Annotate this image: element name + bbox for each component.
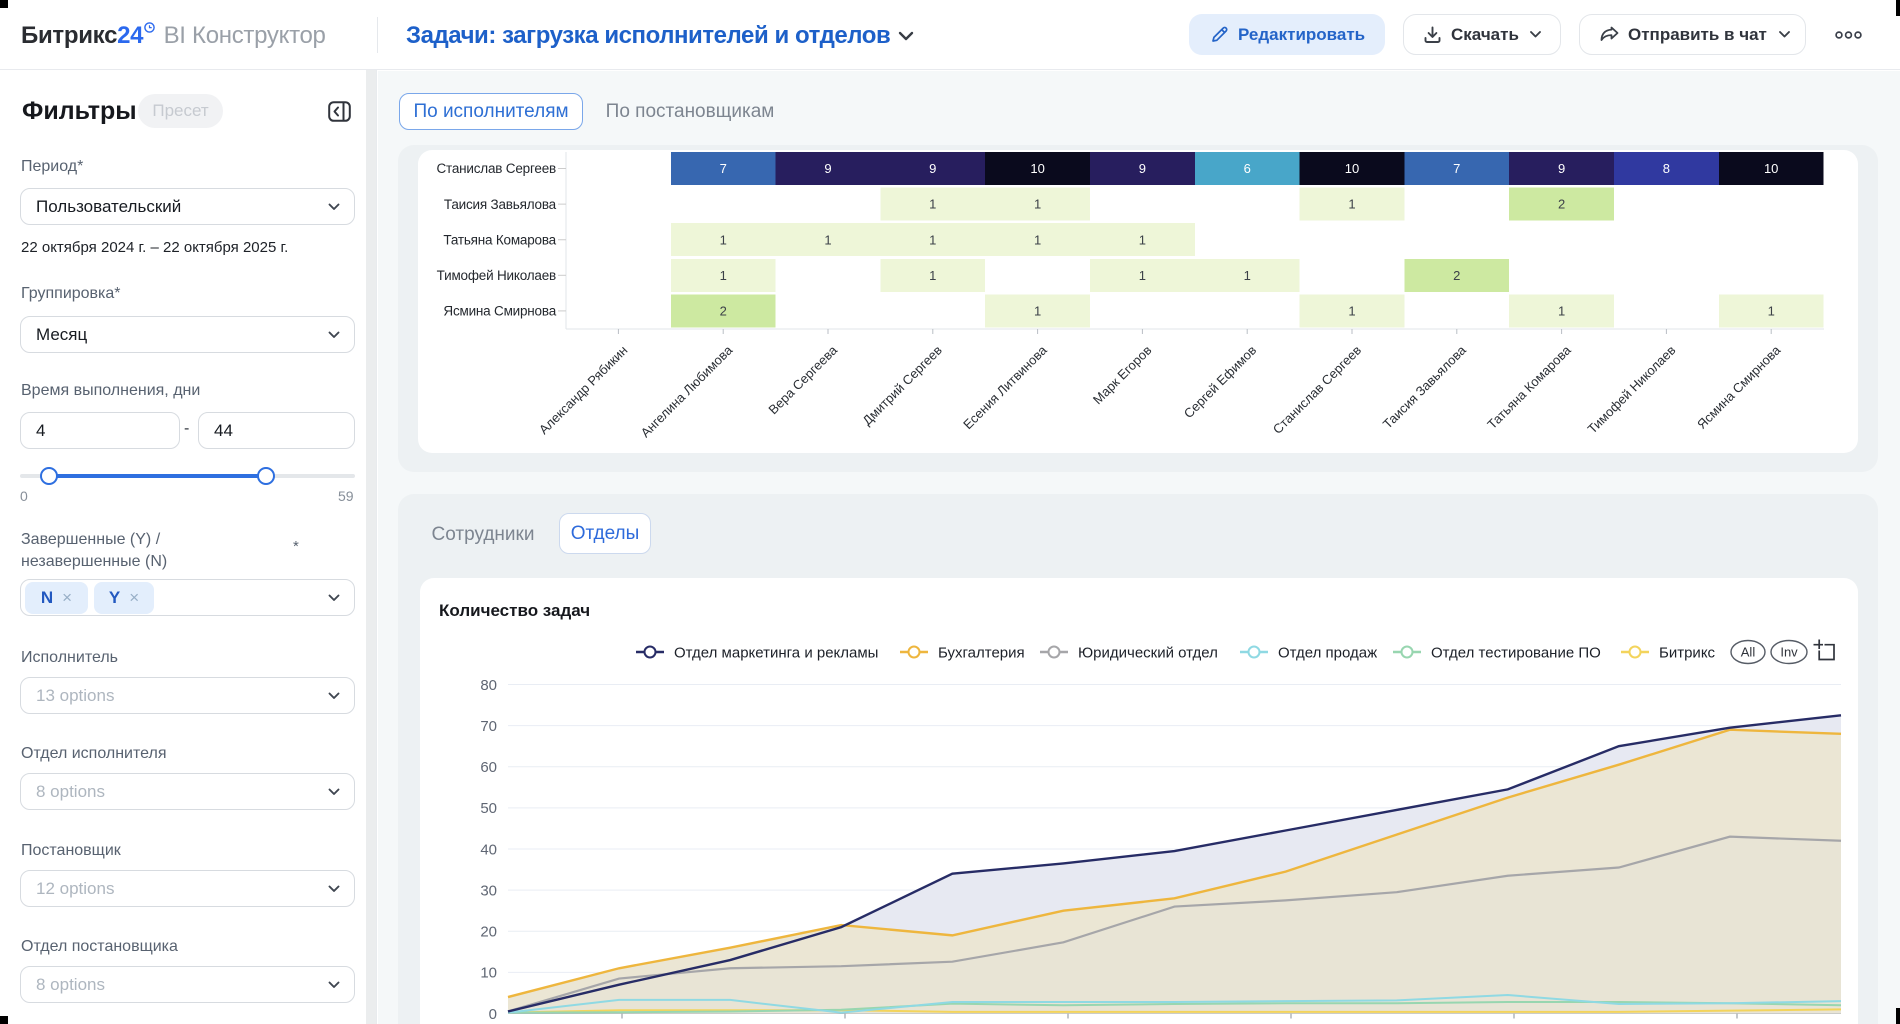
svg-text:7: 7: [1453, 161, 1460, 176]
svg-text:9: 9: [1139, 161, 1146, 176]
svg-text:1: 1: [929, 232, 936, 247]
svg-text:30: 30: [480, 882, 497, 899]
svg-text:Есения Литвинова: Есения Литвинова: [960, 342, 1050, 432]
svg-text:All: All: [1741, 645, 1756, 660]
svg-text:80: 80: [480, 677, 497, 694]
svg-text:1: 1: [929, 268, 936, 283]
svg-text:1: 1: [1034, 303, 1041, 318]
svg-text:Вера Сергеева: Вера Сергеева: [765, 342, 840, 417]
svg-text:Битрикс: Битрикс: [1659, 644, 1716, 661]
svg-text:20: 20: [480, 924, 497, 941]
svg-text:Inv: Inv: [1780, 645, 1798, 660]
svg-text:Юридический отдел: Юридический отдел: [1078, 644, 1218, 661]
svg-text:Татьяна Комарова: Татьяна Комарова: [1484, 342, 1574, 432]
svg-text:Ясмина Смирнова: Ясмина Смирнова: [443, 304, 556, 319]
svg-text:Отдел тестирование ПО: Отдел тестирование ПО: [1431, 644, 1601, 661]
svg-text:Ясмина Смирнова: Ясмина Смирнова: [1694, 342, 1784, 432]
svg-text:0: 0: [489, 1006, 497, 1023]
svg-text:40: 40: [480, 841, 497, 858]
svg-text:10: 10: [1764, 161, 1778, 176]
svg-text:Ангелина Любимова: Ангелина Любимова: [638, 342, 736, 440]
svg-text:Дмитрий Сергеев: Дмитрий Сергеев: [859, 342, 945, 428]
svg-text:Станислав Сергеев: Станислав Сергеев: [436, 161, 556, 176]
svg-text:6: 6: [1244, 161, 1251, 176]
svg-text:Александр Рябикин: Александр Рябикин: [536, 343, 631, 438]
svg-text:Татьяна Комарова: Татьяна Комарова: [443, 232, 556, 247]
svg-text:Таисия Завьялова: Таисия Завьялова: [1380, 342, 1470, 432]
svg-text:1: 1: [1244, 268, 1251, 283]
svg-text:2: 2: [1558, 197, 1565, 212]
svg-text:1: 1: [929, 197, 936, 212]
svg-text:Сергей Ефимов: Сергей Ефимов: [1181, 342, 1260, 421]
svg-text:8: 8: [1663, 161, 1670, 176]
svg-text:1: 1: [720, 268, 727, 283]
svg-text:Отдел продаж: Отдел продаж: [1278, 644, 1377, 661]
svg-text:1: 1: [1768, 303, 1775, 318]
svg-text:1: 1: [1348, 303, 1355, 318]
svg-text:50: 50: [480, 800, 497, 817]
svg-text:60: 60: [480, 759, 497, 776]
svg-text:Марк Егоров: Марк Егоров: [1090, 342, 1155, 407]
svg-text:10: 10: [1345, 161, 1359, 176]
svg-text:10: 10: [1030, 161, 1044, 176]
svg-text:Количество задач: Количество задач: [439, 601, 590, 620]
svg-text:2: 2: [720, 303, 727, 318]
svg-text:Тимофей Николаев: Тимофей Николаев: [1584, 342, 1678, 436]
svg-text:1: 1: [1558, 303, 1565, 318]
svg-text:Станислав Сергеев: Станислав Сергеев: [1270, 342, 1364, 436]
svg-text:70: 70: [480, 718, 497, 735]
svg-text:1: 1: [1139, 268, 1146, 283]
svg-text:2: 2: [1453, 268, 1460, 283]
svg-text:10: 10: [480, 965, 497, 982]
svg-text:1: 1: [1034, 232, 1041, 247]
svg-text:1: 1: [1348, 197, 1355, 212]
svg-text:1: 1: [720, 232, 727, 247]
svg-text:9: 9: [1558, 161, 1565, 176]
svg-text:9: 9: [929, 161, 936, 176]
svg-text:Таисия Завьялова: Таисия Завьялова: [444, 197, 557, 212]
svg-text:Отдел маркетинга и рекламы: Отдел маркетинга и рекламы: [674, 644, 878, 661]
svg-text:9: 9: [824, 161, 831, 176]
svg-text:Тимофей Николаев: Тимофей Николаев: [437, 268, 556, 283]
svg-text:1: 1: [824, 232, 831, 247]
svg-text:1: 1: [1034, 197, 1041, 212]
svg-text:1: 1: [1139, 232, 1146, 247]
svg-text:Бухгалтерия: Бухгалтерия: [938, 644, 1025, 661]
svg-text:7: 7: [720, 161, 727, 176]
